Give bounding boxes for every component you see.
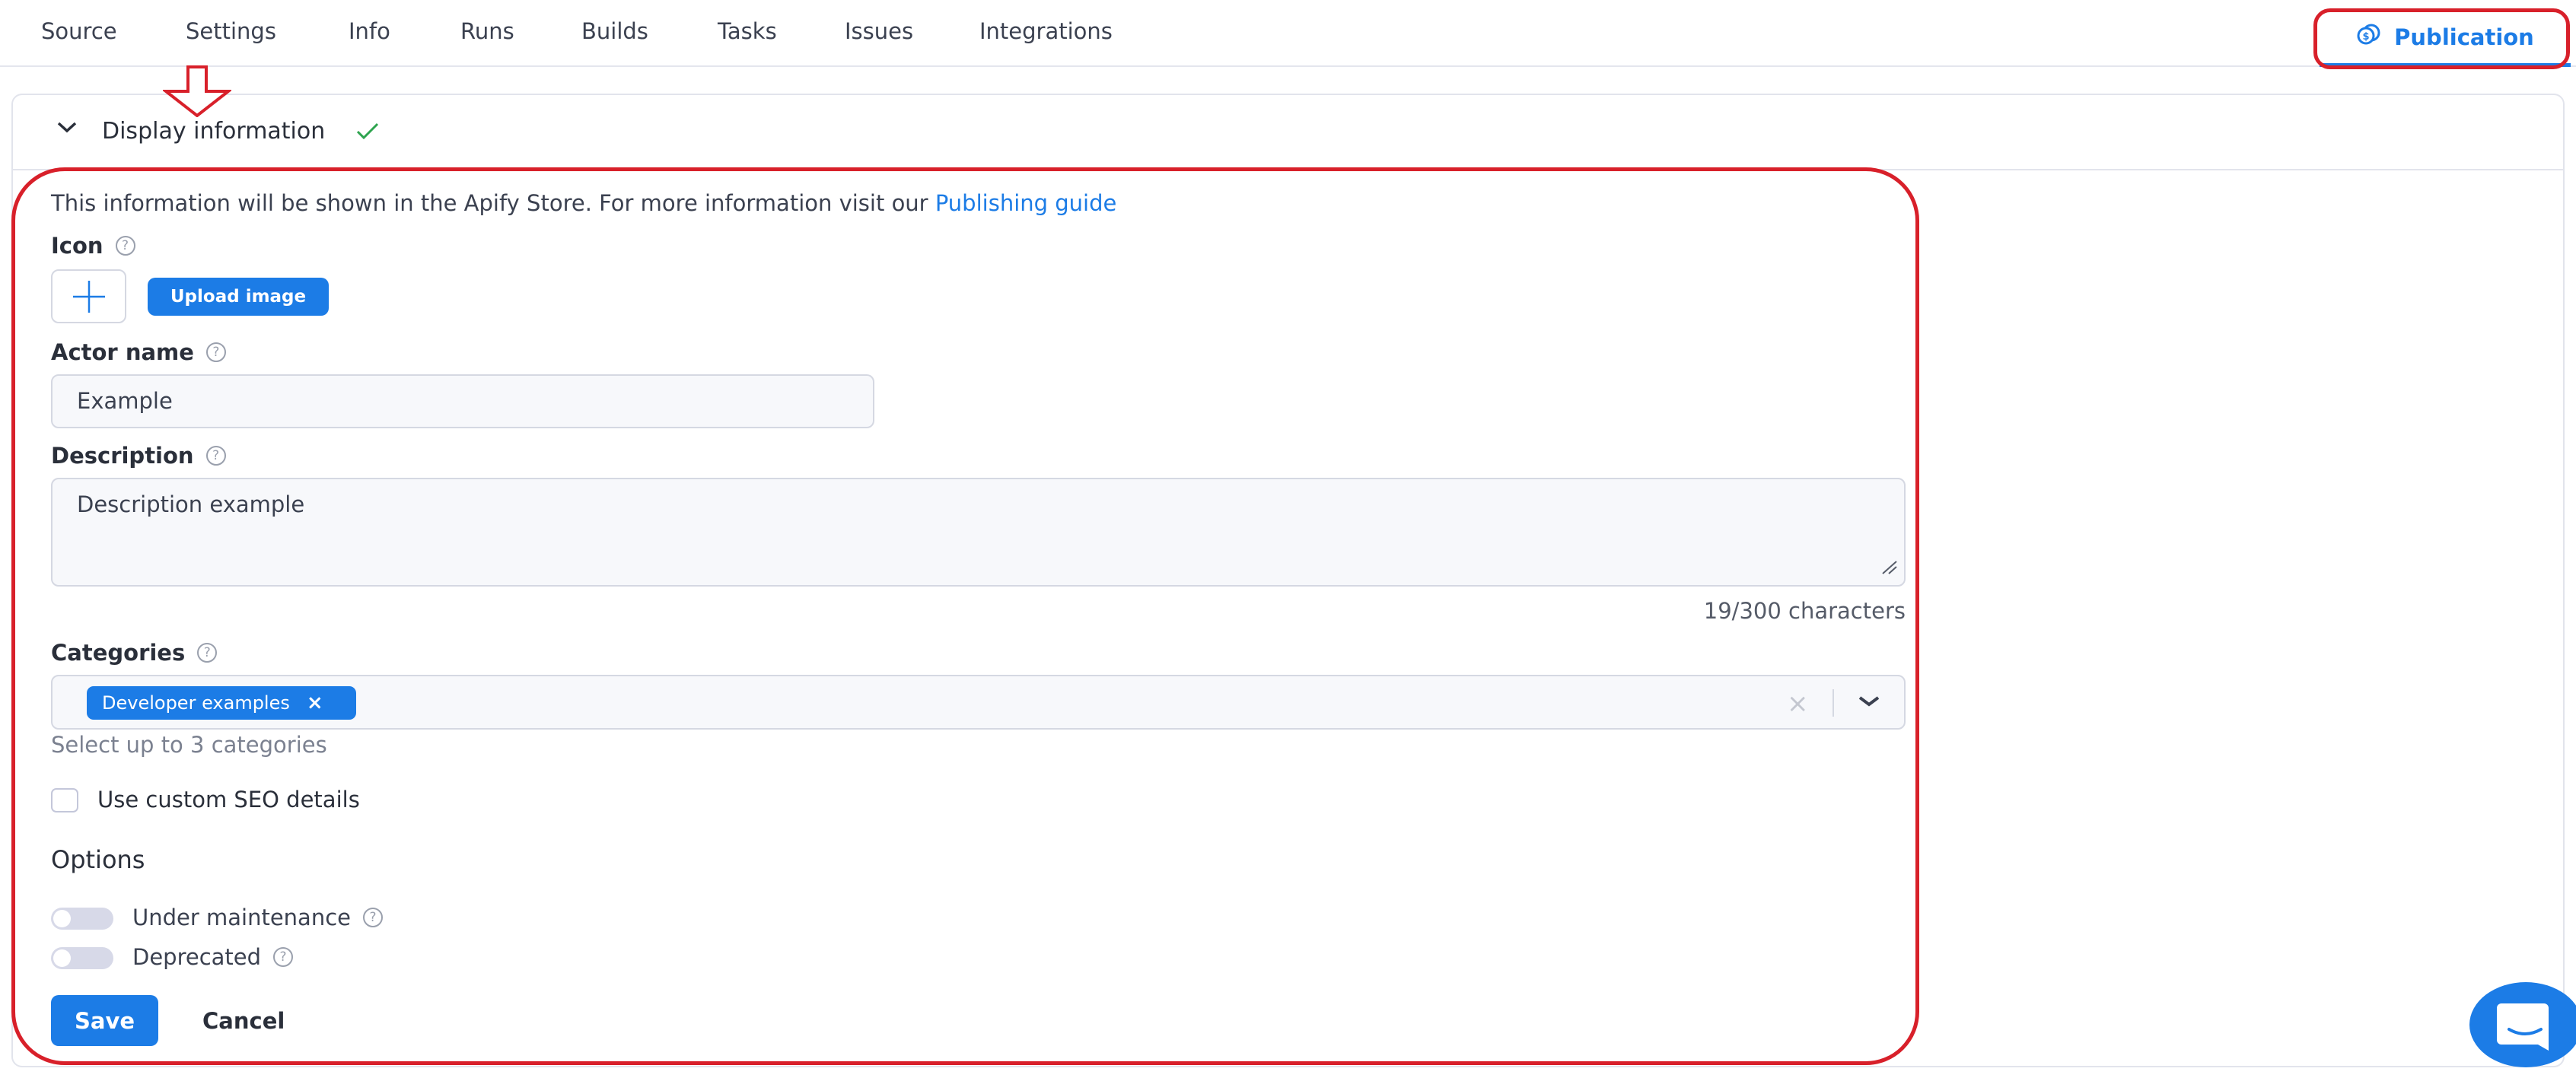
actor-name-label-text: Actor name: [51, 339, 194, 365]
plus-icon: [72, 280, 105, 313]
save-button[interactable]: Save: [51, 995, 158, 1046]
panel-header[interactable]: Display information: [13, 95, 2563, 170]
icon-label-text: Icon: [51, 233, 103, 259]
help-icon[interactable]: ?: [205, 342, 226, 362]
actor-name-label: Actor name ?: [51, 339, 226, 365]
icon-label: Icon ?: [51, 233, 135, 259]
remove-chip-icon[interactable]: ×: [307, 692, 323, 714]
help-icon[interactable]: ?: [273, 947, 294, 967]
deprecated-toggle[interactable]: [51, 947, 113, 969]
categories-label-text: Categories: [51, 640, 186, 666]
check-icon: [355, 121, 380, 144]
help-icon[interactable]: ?: [205, 446, 226, 466]
options-heading: Options: [51, 845, 145, 874]
upload-image-button[interactable]: Upload image: [148, 278, 329, 316]
chevron-down-icon[interactable]: [56, 119, 78, 138]
seo-checkbox-label[interactable]: Use custom SEO details: [97, 787, 360, 812]
toggle-knob: [53, 949, 71, 967]
actor-name-input[interactable]: Example: [51, 374, 874, 428]
resize-handle-icon[interactable]: [1880, 555, 1898, 580]
cancel-button[interactable]: Cancel: [202, 1008, 285, 1034]
tab-builds[interactable]: Builds: [581, 18, 648, 44]
clear-selection-icon[interactable]: ×: [1787, 688, 1809, 719]
tab-integrations[interactable]: Integrations: [979, 18, 1113, 44]
tab-tasks[interactable]: Tasks: [718, 18, 777, 44]
info-text: This information will be shown in the Ap…: [51, 190, 1116, 216]
description-textarea[interactable]: Description example: [51, 478, 1906, 587]
under-maintenance-label-text: Under maintenance: [132, 905, 351, 930]
under-maintenance-toggle[interactable]: [51, 908, 113, 930]
category-chip[interactable]: Developer examples ×: [87, 686, 356, 720]
deprecated-label-text: Deprecated: [132, 944, 262, 970]
annotation-highlight-publication: [2313, 8, 2570, 69]
toggle-knob: [53, 910, 71, 927]
seo-checkbox[interactable]: [51, 788, 78, 812]
description-label-text: Description: [51, 443, 194, 469]
description-label: Description ?: [51, 443, 226, 469]
tab-settings[interactable]: Settings: [186, 18, 276, 44]
under-maintenance-label: Under maintenance ?: [132, 905, 383, 930]
tab-info[interactable]: Info: [349, 18, 390, 44]
add-icon-button[interactable]: [51, 269, 126, 323]
tab-source[interactable]: Source: [41, 18, 117, 44]
character-count: 19/300 characters: [1703, 598, 1906, 624]
category-chip-label: Developer examples: [102, 692, 290, 714]
info-text-body: This information will be shown in the Ap…: [51, 190, 935, 216]
panel-title: Display information: [102, 118, 326, 145]
publishing-guide-link[interactable]: Publishing guide: [935, 190, 1117, 216]
tab-bar: Source Settings Info Runs Builds Tasks I…: [0, 0, 2576, 67]
chevron-down-icon[interactable]: [1857, 694, 1881, 712]
help-icon[interactable]: ?: [197, 643, 218, 663]
chat-icon: [2497, 1003, 2549, 1051]
annotation-arrow-down-icon: [161, 65, 233, 120]
deprecated-label: Deprecated ?: [132, 944, 294, 970]
description-value: Description example: [77, 491, 305, 517]
chat-widget-button[interactable]: [2469, 982, 2576, 1067]
help-icon[interactable]: ?: [362, 908, 383, 927]
help-icon[interactable]: ?: [115, 236, 135, 256]
categories-helper-text: Select up to 3 categories: [51, 732, 327, 758]
categories-label: Categories ?: [51, 640, 218, 666]
tab-issues[interactable]: Issues: [845, 18, 913, 44]
tab-runs[interactable]: Runs: [460, 18, 514, 44]
select-divider: [1832, 689, 1834, 717]
